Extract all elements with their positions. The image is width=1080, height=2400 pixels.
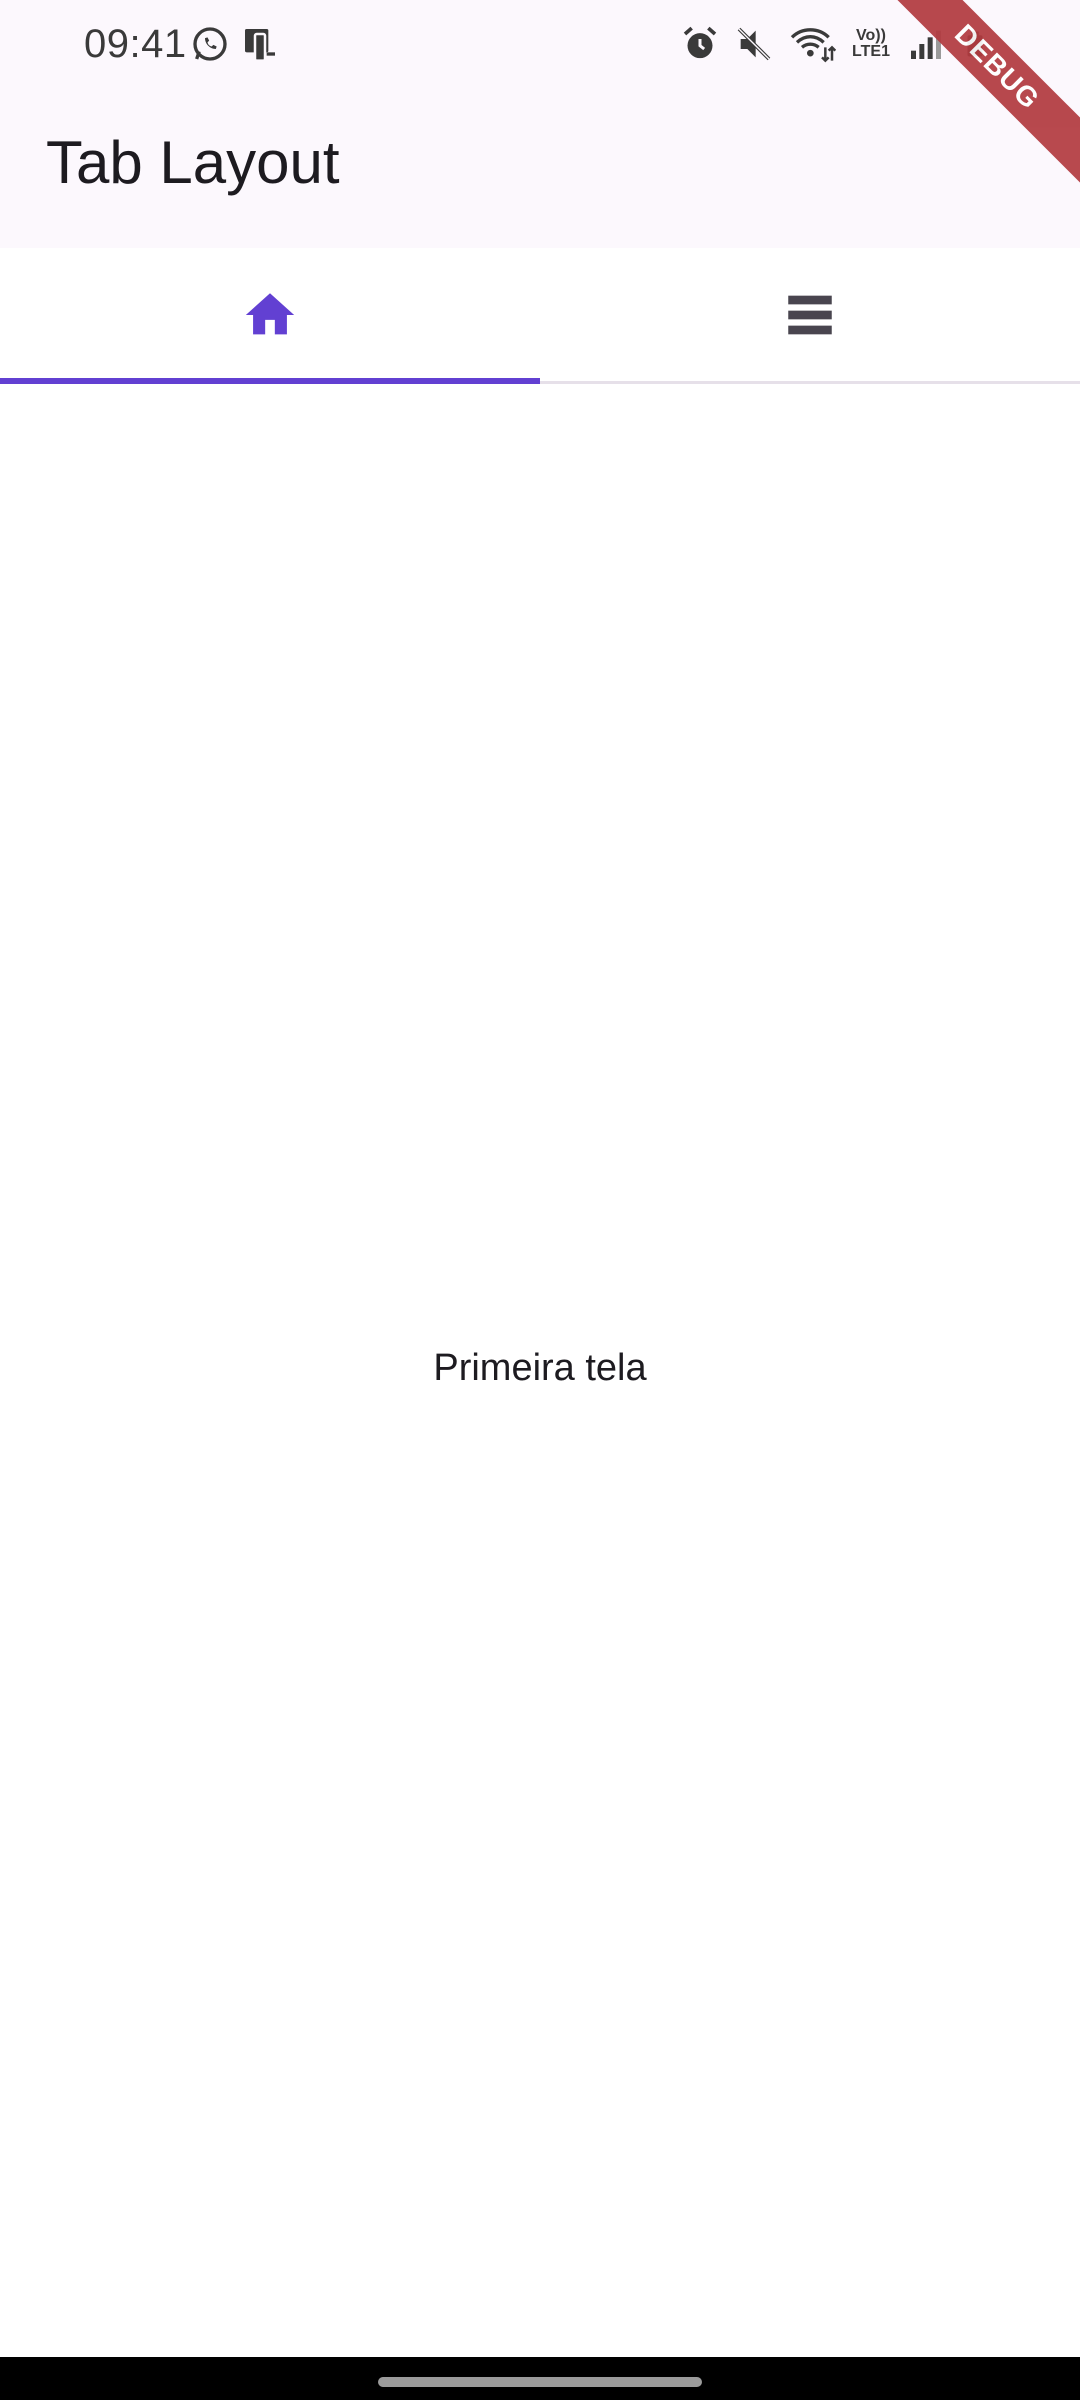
status-time: 09:41 — [84, 22, 187, 66]
status-left-icons — [190, 24, 280, 64]
app-bar: Tab Layout — [0, 92, 1080, 248]
lte-label: LTE1 — [852, 43, 890, 60]
home-gesture-handle[interactable] — [378, 2377, 702, 2387]
whatsapp-icon — [193, 27, 227, 61]
volte-label: Vo)) — [856, 27, 886, 44]
page-title: Tab Layout — [46, 129, 340, 196]
tab-bar — [0, 248, 1080, 384]
tab-indicator — [0, 378, 540, 384]
menu-icon — [788, 295, 832, 334]
device-icon — [245, 29, 275, 62]
home-icon — [245, 292, 295, 334]
alarm-icon — [683, 26, 717, 59]
navigation-bar — [0, 2357, 1080, 2400]
volte-icon: Vo)) LTE1 — [850, 28, 892, 60]
tab-content: Primeira tela — [0, 387, 1080, 2357]
content-text: Primeira tela — [433, 1347, 647, 1389]
tab-menu[interactable] — [540, 248, 1080, 381]
mute-icon — [737, 27, 771, 61]
tab-home[interactable] — [0, 248, 540, 384]
wifi-icon — [790, 28, 836, 63]
